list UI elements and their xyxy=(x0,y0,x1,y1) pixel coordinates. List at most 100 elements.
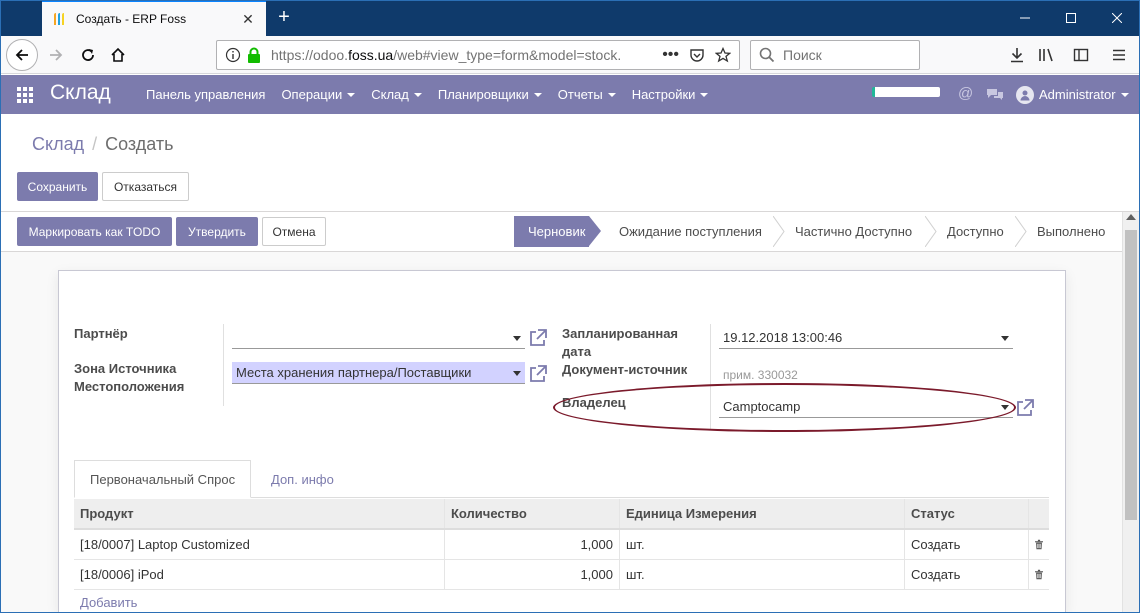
menu-settings[interactable]: Настройки xyxy=(624,75,717,114)
column-actions xyxy=(1029,499,1049,528)
external-link-icon[interactable] xyxy=(528,328,548,348)
discard-button[interactable]: Отказаться xyxy=(102,172,189,201)
info-icon[interactable] xyxy=(225,47,241,63)
close-tab-icon[interactable]: ✕ xyxy=(240,11,256,28)
row-uom: шт. xyxy=(620,530,905,559)
mark-todo-button[interactable]: Маркировать как TODO xyxy=(17,217,172,246)
notebook-tabs: Первоначальный Спрос Доп. инфо xyxy=(74,460,1049,498)
app-brand[interactable]: Склад xyxy=(50,81,111,105)
trash-icon[interactable] xyxy=(1035,568,1043,581)
reload-button[interactable] xyxy=(72,39,104,71)
page-scrollbar[interactable] xyxy=(1122,212,1139,613)
tab-initial-demand[interactable]: Первоначальный Спрос xyxy=(74,460,252,498)
odoo-main-navbar: Склад Панель управления Операции Склад П… xyxy=(0,75,1140,114)
moves-table: Продукт Количество Единица Измерения Ста… xyxy=(74,499,1049,613)
row-delete[interactable] xyxy=(1029,560,1049,589)
breadcrumb: Склад / Создать xyxy=(32,134,174,155)
browser-search-bar[interactable]: Поиск xyxy=(750,40,920,70)
stage-draft[interactable]: Черновик xyxy=(514,216,589,247)
stage-done[interactable]: Выполнено xyxy=(1037,216,1105,247)
menu-operations[interactable]: Операции xyxy=(273,75,363,114)
breadcrumb-parent[interactable]: Склад xyxy=(32,134,84,154)
menu-schedulers[interactable]: Планировщики xyxy=(430,75,550,114)
menu-reports[interactable]: Отчеты xyxy=(550,75,624,114)
sidebar-button[interactable] xyxy=(1070,44,1092,66)
url-prefix: https://odoo. xyxy=(271,47,349,63)
scroll-thumb[interactable] xyxy=(1125,230,1137,520)
arrow-left-icon xyxy=(15,49,28,61)
new-tab-button[interactable]: + xyxy=(272,6,296,30)
scheduled-date-value: 19.12.2018 13:00:46 xyxy=(723,330,843,345)
menu-dashboard[interactable]: Панель управления xyxy=(138,75,273,114)
maximize-window-button[interactable] xyxy=(1048,0,1094,36)
row-status: Создать xyxy=(905,530,1029,559)
caret-down-icon[interactable] xyxy=(513,371,521,376)
browser-tab[interactable]: Создать - ERP Foss ✕ xyxy=(42,0,266,36)
search-placeholder: Поиск xyxy=(783,47,822,63)
menu-warehouse[interactable]: Склад xyxy=(363,75,430,114)
table-row[interactable]: [18/0006] iPod 1,000 шт. Создать xyxy=(74,560,1049,590)
caret-down-icon xyxy=(700,92,709,97)
scheduled-date-field[interactable]: 19.12.2018 13:00:46 xyxy=(719,327,1013,349)
row-uom: шт. xyxy=(620,560,905,589)
column-status[interactable]: Статус xyxy=(905,499,1029,528)
pocket-icon[interactable] xyxy=(689,47,705,63)
caret-down-icon[interactable] xyxy=(1001,336,1009,341)
search-icon xyxy=(759,47,775,63)
browser-tabbar: Создать - ERP Foss ✕ + xyxy=(0,0,1140,36)
back-button[interactable] xyxy=(6,39,38,71)
stage-separator-icon xyxy=(1015,216,1027,247)
at-sign-icon[interactable]: @ xyxy=(958,85,973,102)
tab-additional-info[interactable]: Доп. инфо xyxy=(256,460,349,498)
url-text[interactable]: https://odoo.foss.ua/web#view_type=form&… xyxy=(271,47,662,63)
validate-button[interactable]: Утвердить xyxy=(176,217,258,246)
user-icon xyxy=(1020,90,1030,100)
close-window-button[interactable] xyxy=(1094,0,1140,36)
origin-placeholder: прим. 330032 xyxy=(723,368,798,382)
downloads-button[interactable] xyxy=(1006,44,1028,66)
url-bar[interactable]: https://odoo.foss.ua/web#view_type=form&… xyxy=(216,40,740,70)
loading-progress-bar xyxy=(872,87,940,97)
bookmark-star-icon[interactable] xyxy=(715,47,731,63)
apps-grid-icon[interactable] xyxy=(16,86,34,104)
menu-button[interactable] xyxy=(1108,44,1130,66)
arrow-right-icon xyxy=(50,49,63,61)
user-menu[interactable]: Administrator xyxy=(1016,75,1129,114)
menu-label: Отчеты xyxy=(557,87,603,102)
save-button[interactable]: Сохранить xyxy=(17,172,98,201)
table-header: Продукт Количество Единица Измерения Ста… xyxy=(74,499,1049,530)
caret-down-icon[interactable] xyxy=(513,336,521,341)
trash-icon[interactable] xyxy=(1035,538,1043,551)
app-menu: Панель управления Операции Склад Планиро… xyxy=(138,75,716,114)
menu-label: Панель управления xyxy=(146,87,266,102)
external-link-icon[interactable] xyxy=(1015,398,1035,418)
stage-draft-arrow xyxy=(589,216,601,246)
breadcrumb-separator: / xyxy=(92,134,98,154)
add-line-link[interactable]: Добавить xyxy=(74,590,1049,613)
scroll-up-arrow-icon[interactable] xyxy=(1126,214,1136,220)
partner-field[interactable] xyxy=(232,327,525,349)
stage-partially-available[interactable]: Частично Доступно xyxy=(795,216,912,247)
forward-button[interactable] xyxy=(40,39,72,71)
library-button[interactable] xyxy=(1036,44,1058,66)
source-location-field[interactable]: Места хранения партнера/Поставщики xyxy=(232,362,525,384)
home-button[interactable] xyxy=(102,39,134,71)
caret-down-icon xyxy=(1120,92,1129,97)
stage-available[interactable]: Доступно xyxy=(947,216,1004,247)
cancel-button[interactable]: Отмена xyxy=(262,217,326,246)
caret-down-icon xyxy=(413,92,422,97)
column-uom[interactable]: Единица Измерения xyxy=(620,499,905,528)
row-quantity: 1,000 xyxy=(445,530,620,559)
close-icon xyxy=(1112,13,1122,23)
browser-navbar: https://odoo.foss.ua/web#view_type=form&… xyxy=(0,36,1140,74)
chat-bubbles-icon[interactable] xyxy=(986,87,1004,102)
external-link-icon[interactable] xyxy=(528,364,548,384)
minimize-window-button[interactable] xyxy=(1002,0,1048,36)
hamburger-icon xyxy=(1113,49,1125,61)
column-quantity[interactable]: Количество xyxy=(445,499,620,528)
row-delete[interactable] xyxy=(1029,530,1049,559)
table-row[interactable]: [18/0007] Laptop Customized 1,000 шт. Со… xyxy=(74,530,1049,560)
page-actions-icon[interactable]: ••• xyxy=(662,46,679,64)
column-product[interactable]: Продукт xyxy=(74,499,445,528)
stage-waiting[interactable]: Ожидание поступления xyxy=(619,216,762,247)
